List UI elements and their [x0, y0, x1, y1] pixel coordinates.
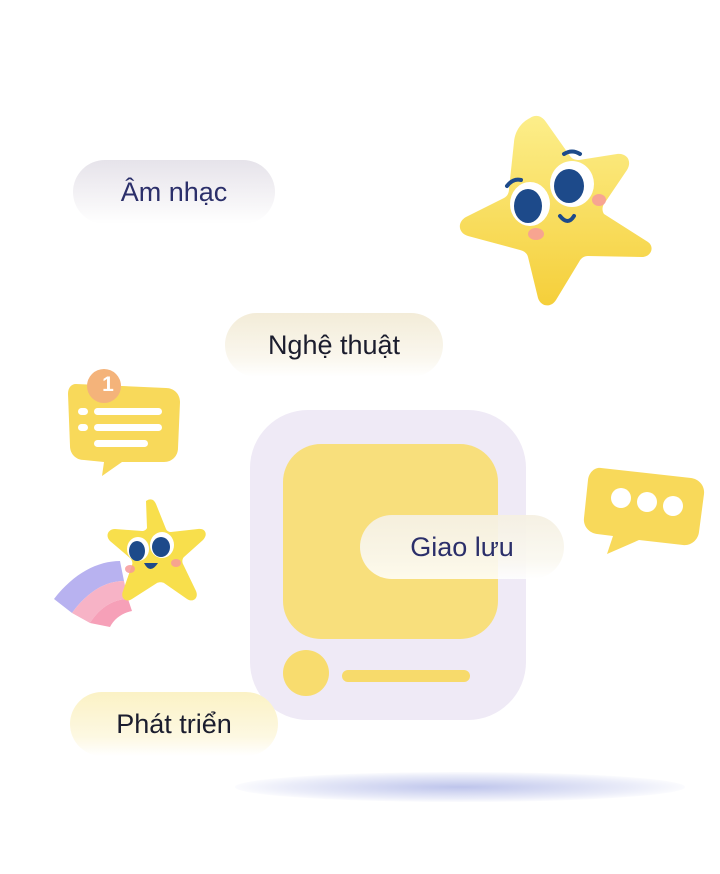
tag-development-label: Phát triển — [116, 708, 232, 739]
chat-bubble-typing-icon — [583, 467, 705, 554]
tag-development: Phát triển — [70, 692, 278, 756]
notification-count-badge: 1 — [102, 373, 114, 396]
chat-bubble-notification-icon — [68, 369, 180, 476]
tag-art: Nghệ thuật — [225, 313, 443, 377]
profile-card-avatar-placeholder — [283, 650, 329, 696]
tag-art-label: Nghệ thuật — [267, 329, 401, 360]
smiling-star-icon — [459, 115, 652, 306]
tag-social: Giao lưu — [360, 515, 564, 579]
profile-card-text-placeholder — [342, 670, 470, 682]
tag-social-label: Giao lưu — [410, 531, 514, 562]
tag-music-label: Âm nhạc — [120, 176, 228, 207]
floor-shadow — [235, 772, 685, 802]
tag-music: Âm nhạc — [73, 160, 275, 224]
shooting-star-icon — [54, 499, 206, 627]
